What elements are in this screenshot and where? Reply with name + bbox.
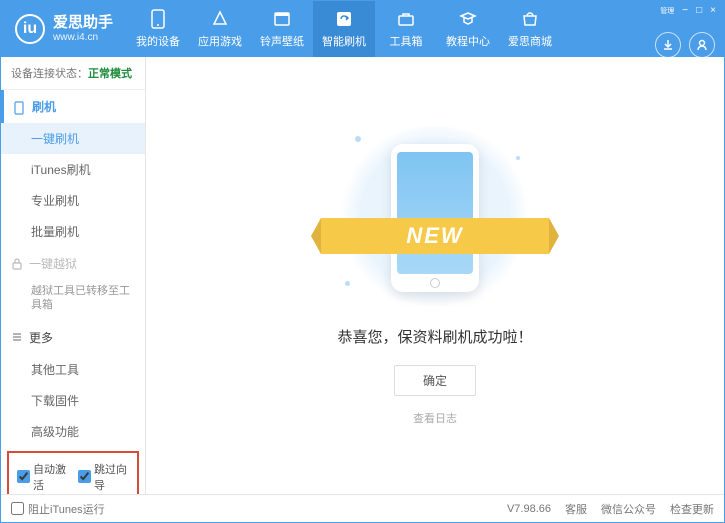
manage-label[interactable]: 管理 (660, 6, 674, 16)
section-label: 刷机 (32, 98, 56, 115)
maximize-icon[interactable]: □ (696, 5, 702, 16)
sidebar-item-advanced[interactable]: 高级功能 (1, 416, 145, 447)
checkbox-skip-guide[interactable]: 跳过向导 (78, 461, 129, 493)
sidebar-section-flash[interactable]: 刷机 (1, 90, 145, 123)
options-highlighted: 自动激活 跳过向导 (7, 451, 139, 494)
nav-label: 智能刷机 (322, 33, 366, 49)
minimize-icon[interactable]: − (682, 5, 688, 16)
nav-label: 爱思商城 (508, 33, 552, 49)
checkbox-block-itunes[interactable]: 阻止iTunes运行 (11, 501, 105, 517)
sidebar-item-other-tools[interactable]: 其他工具 (1, 354, 145, 385)
app-window: iu 爱思助手 www.i4.cn 我的设备 应用游戏 铃声壁纸 智能刷机 (0, 0, 725, 523)
nav-label: 教程中心 (446, 33, 490, 49)
nav-tutorials[interactable]: 教程中心 (437, 1, 499, 57)
titlebar: iu 爱思助手 www.i4.cn 我的设备 应用游戏 铃声壁纸 智能刷机 (1, 1, 724, 57)
jailbreak-note: 越狱工具已转移至工具箱 (1, 280, 145, 321)
app-title: 爱思助手 (53, 15, 113, 32)
sidebar-item-download-firmware[interactable]: 下载固件 (1, 385, 145, 416)
success-message: 恭喜您，保资料刷机成功啦！ (337, 326, 532, 347)
nav-ringtones[interactable]: 铃声壁纸 (251, 1, 313, 57)
sidebar-item-oneclick-flash[interactable]: 一键刷机 (1, 123, 145, 154)
tutorial-icon (458, 9, 478, 29)
phone-small-icon (14, 101, 26, 113)
sidebar-item-pro-flash[interactable]: 专业刷机 (1, 185, 145, 216)
section-label: 更多 (29, 329, 53, 346)
nav-label: 铃声壁纸 (260, 33, 304, 49)
status-mode: 正常模式 (88, 68, 132, 80)
new-banner: NEW (321, 218, 549, 254)
toolbox-icon (396, 9, 416, 29)
nav-label: 应用游戏 (198, 33, 242, 49)
nav-label: 我的设备 (136, 33, 180, 49)
view-log-link[interactable]: 查看日志 (413, 410, 457, 426)
user-icon[interactable] (689, 32, 715, 58)
store-icon (520, 9, 540, 29)
nav-label: 工具箱 (390, 33, 423, 49)
checkbox-label: 跳过向导 (94, 461, 129, 493)
nav-my-device[interactable]: 我的设备 (127, 1, 189, 57)
close-icon[interactable]: × (710, 5, 716, 16)
success-illustration: NEW (335, 126, 535, 306)
download-icon[interactable] (655, 32, 681, 58)
checkbox-label: 阻止iTunes运行 (28, 501, 105, 517)
ok-button[interactable]: 确定 (394, 365, 476, 396)
connection-status: 设备连接状态：正常模式 (1, 57, 145, 90)
footer: 阻止iTunes运行 V7.98.66 客服 微信公众号 检查更新 (1, 494, 724, 522)
status-label: 设备连接状态： (11, 68, 88, 80)
nav-flash[interactable]: 智能刷机 (313, 1, 375, 57)
menu-icon (11, 331, 23, 343)
sidebar-item-batch-flash[interactable]: 批量刷机 (1, 216, 145, 247)
checkbox-auto-activate[interactable]: 自动激活 (17, 461, 68, 493)
checkbox-input[interactable] (11, 502, 24, 515)
wallpaper-icon (272, 9, 292, 29)
main-content: NEW 恭喜您，保资料刷机成功啦！ 确定 查看日志 (146, 57, 724, 494)
checkbox-input[interactable] (78, 470, 91, 483)
service-link[interactable]: 客服 (565, 501, 587, 517)
section-label: 一键越狱 (29, 255, 77, 272)
main-nav: 我的设备 应用游戏 铃声壁纸 智能刷机 工具箱 教程中心 (127, 1, 652, 57)
checkbox-input[interactable] (17, 470, 30, 483)
check-update-link[interactable]: 检查更新 (670, 501, 714, 517)
apps-icon (210, 9, 230, 29)
nav-toolbox[interactable]: 工具箱 (375, 1, 437, 57)
version-label: V7.98.66 (507, 503, 551, 515)
checkbox-label: 自动激活 (33, 461, 68, 493)
logo[interactable]: iu 爱思助手 www.i4.cn (1, 1, 127, 57)
nav-store[interactable]: 爱思商城 (499, 1, 561, 57)
phone-icon (148, 9, 168, 29)
app-url: www.i4.cn (53, 32, 113, 43)
sidebar-section-more[interactable]: 更多 (1, 321, 145, 354)
sidebar-item-itunes-flash[interactable]: iTunes刷机 (1, 154, 145, 185)
sidebar: 设备连接状态：正常模式 刷机 一键刷机 iTunes刷机 专业刷机 批量刷机 一… (1, 57, 146, 494)
sidebar-section-jailbreak[interactable]: 一键越狱 (1, 247, 145, 280)
lock-icon (11, 258, 23, 270)
nav-apps[interactable]: 应用游戏 (189, 1, 251, 57)
flash-icon (334, 9, 354, 29)
wechat-link[interactable]: 微信公众号 (601, 501, 656, 517)
logo-icon: iu (15, 14, 45, 44)
